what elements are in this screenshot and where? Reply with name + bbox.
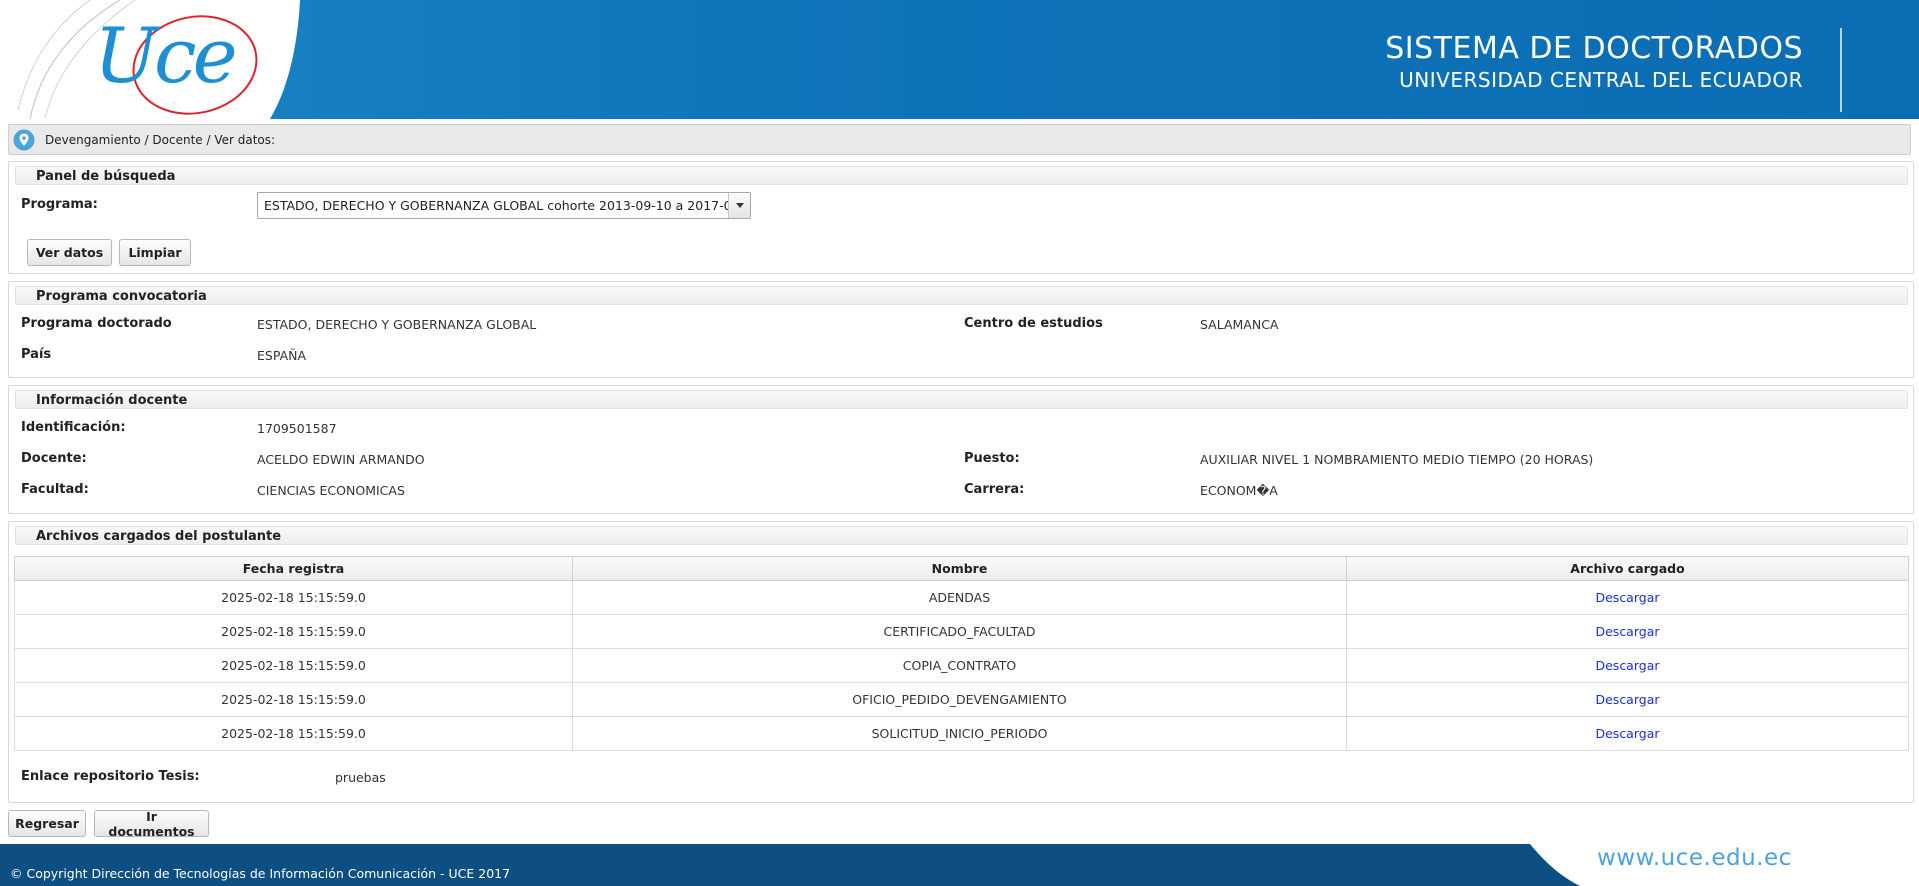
facultad-value: CIENCIAS ECONOMICAS	[257, 483, 405, 498]
column-header-archivo[interactable]: Archivo cargado	[1346, 556, 1909, 581]
column-header-fecha[interactable]: Fecha registra	[14, 556, 573, 581]
header-titles: SISTEMA DE DOCTORADOS UNIVERSIDAD CENTRA…	[1385, 30, 1803, 92]
cell-archivo: Descargar	[1346, 614, 1909, 649]
breadcrumb-text: Devengamiento / Docente / Ver datos:	[45, 132, 276, 147]
cell-fecha: 2025-02-18 15:15:59.0	[14, 580, 573, 615]
descargar-link[interactable]: Descargar	[1595, 692, 1659, 707]
carrera-value: ECONOM�A	[1200, 483, 1278, 498]
programa-label: Programa:	[21, 197, 98, 212]
regresar-button[interactable]: Regresar	[8, 810, 86, 837]
table-row: 2025-02-18 15:15:59.0 ADENDAS Descargar	[14, 580, 1909, 615]
cell-archivo: Descargar	[1346, 716, 1909, 751]
programa-select-value: ESTADO, DERECHO Y GOBERNANZA GLOBAL coho…	[264, 198, 728, 213]
map-pin-icon	[13, 129, 35, 151]
breadcrumb: Devengamiento / Docente / Ver datos:	[8, 124, 1911, 155]
table-row: 2025-02-18 15:15:59.0 SOLICITUD_INICIO_P…	[14, 716, 1909, 751]
cell-nombre: ADENDAS	[572, 580, 1347, 615]
cell-nombre: COPIA_CONTRATO	[572, 648, 1347, 683]
page-header: Uce SISTEMA DE DOCTORADOS UNIVERSIDAD CE…	[0, 0, 1919, 119]
cell-nombre: SOLICITUD_INICIO_PERIODO	[572, 716, 1347, 751]
uce-logo: Uce	[0, 0, 323, 119]
cell-archivo: Descargar	[1346, 648, 1909, 683]
cell-fecha: 2025-02-18 15:15:59.0	[14, 716, 573, 751]
descargar-link[interactable]: Descargar	[1595, 624, 1659, 639]
archivos-table: Fecha registra Nombre Archivo cargado 20…	[14, 556, 1909, 751]
descargar-link[interactable]: Descargar	[1595, 590, 1659, 605]
identificacion-value: 1709501587	[257, 421, 337, 436]
cell-fecha: 2025-02-18 15:15:59.0	[14, 614, 573, 649]
facultad-label: Facultad:	[21, 482, 89, 497]
university-name: UNIVERSIDAD CENTRAL DEL ECUADOR	[1399, 68, 1803, 92]
column-header-nombre[interactable]: Nombre	[572, 556, 1347, 581]
centro-estudios-label: Centro de estudios	[964, 316, 1103, 331]
centro-estudios-value: SALAMANCA	[1200, 317, 1279, 332]
cell-nombre: CERTIFICADO_FACULTAD	[572, 614, 1347, 649]
cell-fecha: 2025-02-18 15:15:59.0	[14, 682, 573, 717]
docente-value: ACELDO EDWIN ARMANDO	[257, 452, 425, 467]
pais-value: ESPAÑA	[257, 348, 307, 363]
logo-text: Uce	[94, 11, 238, 100]
programa-select[interactable]: ESTADO, DERECHO Y GOBERNANZA GLOBAL coho…	[257, 192, 751, 219]
carrera-label: Carrera:	[964, 482, 1025, 497]
docente-panel-title: Información docente	[15, 390, 1908, 409]
programa-convocatoria-panel: Programa convocatoria Programa doctorado…	[8, 281, 1914, 378]
search-panel: Panel de búsqueda Programa: ESTADO, DERE…	[8, 161, 1914, 274]
uce-website-link[interactable]: www.uce.edu.ec	[1597, 845, 1792, 871]
cell-archivo: Descargar	[1346, 580, 1909, 615]
cell-archivo: Descargar	[1346, 682, 1909, 717]
descargar-link[interactable]: Descargar	[1595, 658, 1659, 673]
table-row: 2025-02-18 15:15:59.0 OFICIO_PEDIDO_DEVE…	[14, 682, 1909, 717]
system-title: SISTEMA DE DOCTORADOS	[1385, 31, 1803, 66]
table-row: 2025-02-18 15:15:59.0 COPIA_CONTRATO Des…	[14, 648, 1909, 683]
archivos-cargados-panel: Archivos cargados del postulante Fecha r…	[8, 521, 1914, 803]
header-divider	[1840, 28, 1842, 112]
enlace-repositorio-label: Enlace repositorio Tesis:	[21, 769, 200, 784]
table-header-row: Fecha registra Nombre Archivo cargado	[14, 556, 1909, 581]
programa-doctorado-value: ESTADO, DERECHO Y GOBERNANZA GLOBAL	[257, 317, 537, 332]
copyright-text: © Copyright Dirección de Tecnologías de …	[10, 866, 511, 881]
archivos-panel-title: Archivos cargados del postulante	[15, 526, 1908, 545]
page-footer: © Copyright Dirección de Tecnologías de …	[0, 844, 1919, 886]
informacion-docente-panel: Información docente Identificación: 1709…	[8, 385, 1914, 514]
pais-label: País	[21, 347, 52, 362]
puesto-label: Puesto:	[964, 451, 1020, 466]
puesto-value: AUXILIAR NIVEL 1 NOMBRAMIENTO MEDIO TIEM…	[1200, 452, 1594, 467]
ir-documentos-button[interactable]: Ir documentos	[94, 809, 209, 839]
table-row: 2025-02-18 15:15:59.0 CERTIFICADO_FACULT…	[14, 614, 1909, 649]
chevron-down-icon	[735, 203, 744, 208]
enlace-repositorio-value: pruebas	[335, 770, 386, 785]
cell-nombre: OFICIO_PEDIDO_DEVENGAMIENTO	[572, 682, 1347, 717]
limpiar-button[interactable]: Limpiar	[119, 239, 191, 266]
programa-dropdown-button[interactable]	[728, 193, 750, 218]
programa-panel-title: Programa convocatoria	[15, 286, 1908, 305]
cell-fecha: 2025-02-18 15:15:59.0	[14, 648, 573, 683]
programa-doctorado-label: Programa doctorado	[21, 316, 172, 331]
ver-datos-button[interactable]: Ver datos	[27, 239, 112, 266]
identificacion-label: Identificación:	[21, 420, 126, 435]
docente-label: Docente:	[21, 451, 87, 466]
descargar-link[interactable]: Descargar	[1595, 726, 1659, 741]
search-panel-title: Panel de búsqueda	[15, 166, 1908, 185]
